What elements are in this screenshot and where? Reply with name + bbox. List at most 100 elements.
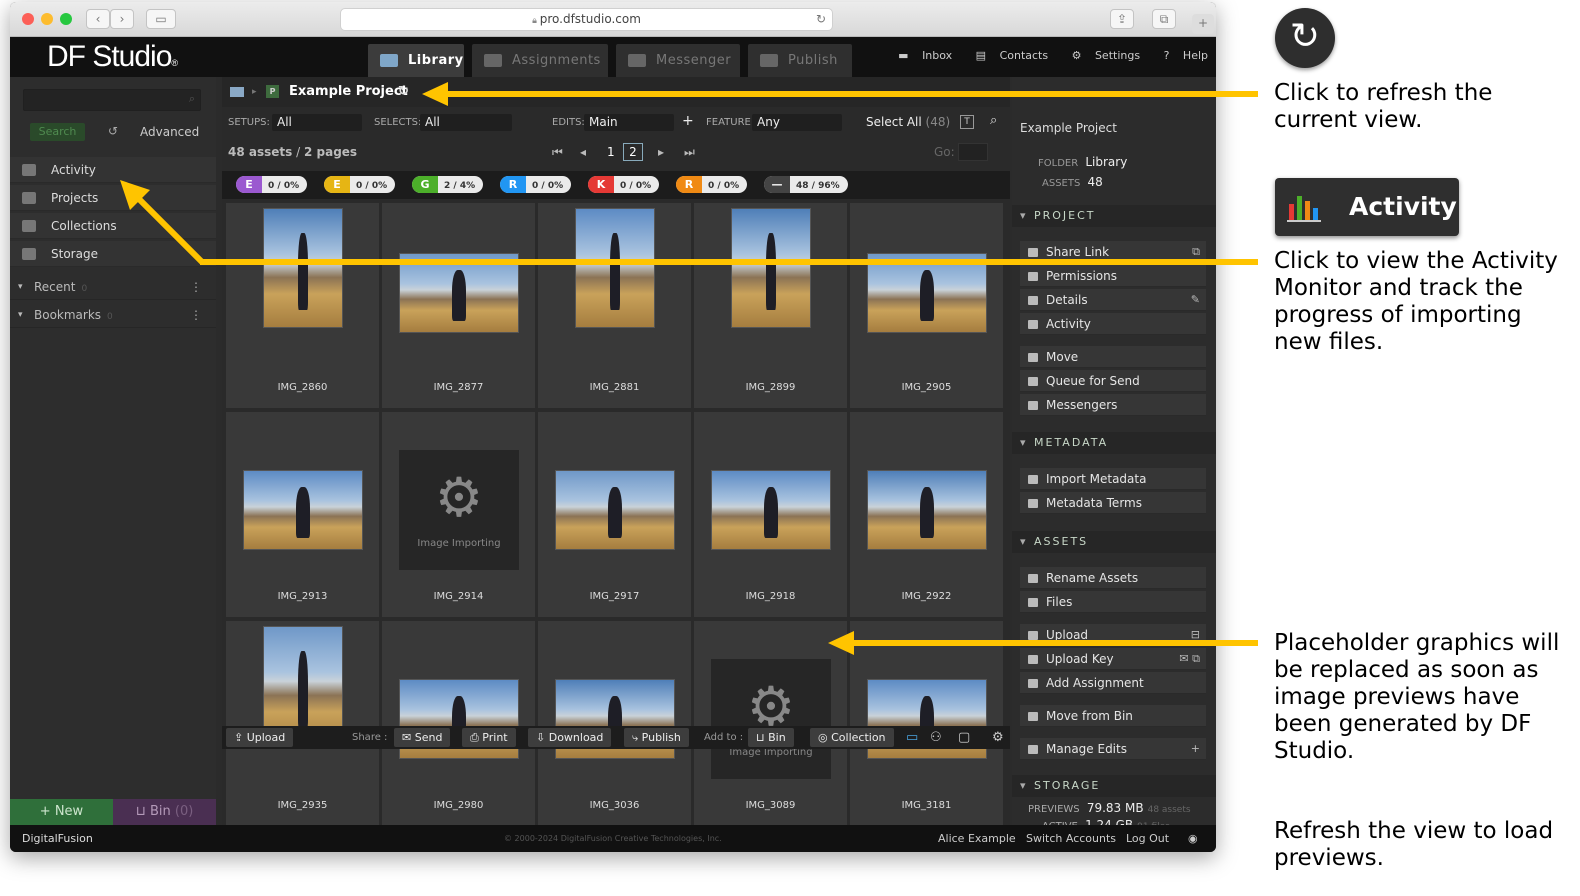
panel-item-import-metadata[interactable]: Import Metadata — [1020, 468, 1206, 490]
panel-item-move-from-bin[interactable]: Move from Bin — [1020, 705, 1206, 727]
label-badge[interactable]: — 48 / 96% — [764, 176, 848, 193]
panel-item-details[interactable]: Details ✎ — [1020, 289, 1206, 311]
last-page-icon[interactable]: ⏭ — [684, 139, 695, 165]
asset-tile[interactable]: IMG_2913 — [226, 412, 379, 617]
user-name[interactable]: Alice Example — [938, 825, 1016, 852]
asset-tile[interactable]: ⚙ Image Importing IMG_2914 — [382, 412, 535, 617]
panel-item-queue-for-send[interactable]: Queue for Send — [1020, 370, 1206, 392]
library-folder-icon[interactable] — [230, 87, 244, 97]
download-button[interactable]: ⇩ Download — [528, 728, 612, 747]
address-bar[interactable]: 🔒︎ pro.dfstudio.com ↻ — [340, 8, 833, 31]
tab-publish[interactable]: Publish — [748, 44, 852, 77]
panel-item-permissions[interactable]: Permissions — [1020, 265, 1206, 287]
label-badge[interactable]: R 0 / 0% — [676, 176, 748, 193]
more-icon[interactable]: ⋮ — [190, 302, 202, 328]
forward-icon[interactable]: › — [110, 9, 134, 29]
asset-tile[interactable]: IMG_3181 — [850, 621, 1003, 826]
close-window-button[interactable] — [22, 13, 34, 25]
setups-select[interactable]: All — [272, 114, 362, 131]
bin-button[interactable]: ⊔ Bin (0) — [113, 799, 216, 825]
asset-tile[interactable]: IMG_3036 — [538, 621, 691, 826]
page-2-current[interactable]: 2 — [623, 143, 643, 161]
panel-item-rename-assets[interactable]: Rename Assets — [1020, 567, 1206, 589]
add-edit-icon[interactable]: + — [682, 113, 694, 129]
add-edit-icon[interactable]: + — [1191, 738, 1200, 760]
feature-select[interactable]: Any — [752, 114, 842, 131]
asset-tile[interactable]: ⚙ Image Importing IMG_3089 — [694, 621, 847, 826]
search-input[interactable]: ⌕ — [23, 89, 201, 111]
tab-messenger[interactable]: Messenger — [616, 44, 740, 77]
gear-icon[interactable]: ⚙ — [992, 726, 1004, 749]
history-icon[interactable]: ↺ — [108, 124, 118, 138]
text-toggle-icon[interactable]: T — [960, 115, 974, 129]
panel-item-files[interactable]: Files — [1020, 591, 1206, 613]
add-to-collection-button[interactable]: ◎ Collection — [810, 728, 894, 747]
switch-accounts-link[interactable]: Switch Accounts — [1026, 825, 1116, 852]
panel-item-move[interactable]: Move — [1020, 346, 1206, 368]
asset-tile[interactable]: IMG_2935 — [226, 621, 379, 826]
panel-item-manage-edits[interactable]: Manage Edits + — [1020, 738, 1206, 760]
panel-item-activity[interactable]: Activity — [1020, 313, 1206, 335]
reload-icon[interactable]: ↻ — [816, 9, 826, 30]
prev-page-icon[interactable]: ◂ — [580, 139, 586, 165]
share-icon[interactable]: ⇪ — [1110, 9, 1134, 29]
settings-link[interactable]: ⚙ Settings — [1062, 49, 1140, 62]
more-icon[interactable]: ⋮ — [190, 274, 202, 300]
section-assets[interactable]: ASSETS — [1012, 531, 1216, 553]
tab-library[interactable]: Library — [368, 44, 464, 77]
first-page-icon[interactable]: ⏮ — [552, 139, 563, 165]
monitor-icon[interactable]: ▢ — [958, 726, 970, 749]
logout-link[interactable]: Log Out — [1126, 825, 1169, 852]
tabs-icon[interactable]: ⧉ — [1152, 9, 1176, 29]
asset-tile[interactable]: IMG_2905 — [850, 203, 1003, 408]
sidebar-group-bookmarks[interactable]: ▾ Bookmarks 0 ⋮ — [10, 302, 216, 328]
search-button[interactable]: Search — [30, 123, 85, 141]
print-button[interactable]: ⎙ Print — [462, 728, 516, 747]
email-icon[interactable]: ✉ ⧉ — [1179, 648, 1200, 670]
go-input[interactable] — [958, 143, 988, 161]
publish-button[interactable]: ⤷ Publish — [624, 728, 689, 747]
panel-item-messengers[interactable]: Messengers — [1020, 394, 1206, 416]
label-badge[interactable]: K 0 / 0% — [588, 176, 660, 193]
asset-tile[interactable]: IMG_2917 — [538, 412, 691, 617]
pencil-icon[interactable]: ✎ — [1191, 289, 1200, 311]
back-icon[interactable]: ‹ — [86, 9, 110, 29]
view-toggle-icon[interactable]: ▭ — [906, 726, 918, 749]
inbox-link[interactable]: ▬ Inbox — [888, 49, 952, 62]
section-storage[interactable]: STORAGE — [1012, 775, 1216, 797]
send-button[interactable]: ✉ Send — [394, 728, 451, 747]
asset-tile[interactable]: IMG_2922 — [850, 412, 1003, 617]
edits-select[interactable]: Main — [584, 114, 674, 131]
label-badge[interactable]: R 0 / 0% — [500, 176, 572, 193]
sidebar-toggle-icon[interactable]: ▭ — [146, 9, 176, 29]
next-page-icon[interactable]: ▸ — [658, 139, 664, 165]
new-tab-icon[interactable]: + — [1192, 14, 1214, 34]
select-all-button[interactable]: Select All (48) — [866, 115, 950, 129]
help-link[interactable]: ? Help — [1154, 49, 1208, 62]
asset-tile[interactable]: IMG_2877 — [382, 203, 535, 408]
search-icon[interactable]: ⌕ — [990, 113, 997, 128]
label-badge[interactable]: E 0 / 0% — [324, 176, 396, 193]
section-metadata[interactable]: METADATA — [1012, 432, 1216, 454]
contacts-link[interactable]: ▤ Contacts — [966, 49, 1048, 62]
new-button[interactable]: + New — [10, 799, 113, 825]
panel-item-add-assignment[interactable]: Add Assignment — [1020, 672, 1206, 694]
loupe-icon[interactable]: ⚇ — [930, 726, 942, 749]
maximize-window-button[interactable] — [60, 13, 72, 25]
eye-icon[interactable]: ◉ — [1188, 825, 1198, 852]
refresh-icon[interactable]: ↻ — [398, 77, 409, 107]
panel-item-metadata-terms[interactable]: Metadata Terms — [1020, 492, 1206, 514]
asset-tile[interactable]: IMG_2980 — [382, 621, 535, 826]
section-project[interactable]: PROJECT — [1012, 205, 1216, 227]
minimize-window-button[interactable] — [41, 13, 53, 25]
selects-select[interactable]: All — [420, 114, 512, 131]
sidebar-group-recent[interactable]: ▾ Recent 0 ⋮ — [10, 274, 216, 300]
advanced-search-link[interactable]: Advanced — [140, 125, 199, 139]
label-badge[interactable]: G 2 / 4% — [412, 176, 484, 193]
upload-button[interactable]: ⇪ Upload — [226, 728, 294, 747]
asset-tile[interactable]: IMG_2881 — [538, 203, 691, 408]
label-badge[interactable]: E 0 / 0% — [236, 176, 308, 193]
page-1-link[interactable]: 1 — [607, 139, 615, 165]
asset-tile[interactable]: IMG_2899 — [694, 203, 847, 408]
asset-tile[interactable]: IMG_2860 — [226, 203, 379, 408]
